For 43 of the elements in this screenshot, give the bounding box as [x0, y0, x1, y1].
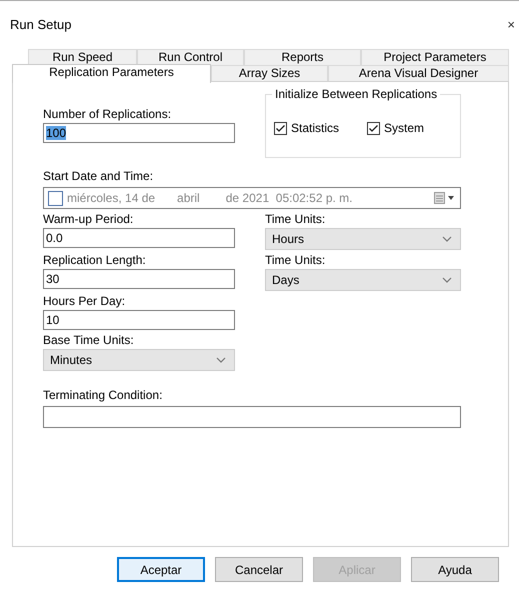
field-label: Hours Per Day: — [43, 295, 126, 308]
checkbox[interactable] — [48, 190, 63, 206]
tab[interactable]: Reports — [244, 49, 361, 65]
window-title: Run Setup — [10, 16, 72, 32]
input-field[interactable]: 0.0 — [43, 228, 235, 248]
chevron-down-icon — [216, 357, 226, 363]
dropdown[interactable]: Minutes — [43, 349, 235, 371]
checkbox[interactable] — [367, 122, 380, 134]
field-label: Time Units: — [265, 213, 326, 226]
field-label: Start Date and Time: — [43, 170, 154, 183]
tab[interactable]: Run Control — [137, 49, 244, 65]
tab[interactable]: Arena Visual Designer — [328, 65, 509, 81]
date-part: de 2021 05:02:52 p. m. — [226, 191, 352, 205]
group-title: Initialize Between Replications — [272, 87, 440, 101]
dialog-button[interactable]: Ayuda — [411, 557, 499, 582]
date-time-picker[interactable]: miércoles, 14 de abril de 2021 05:02:52 p. m. — [43, 187, 461, 209]
tab[interactable]: Replication Parameters — [12, 64, 211, 83]
tab[interactable]: Run Speed — [28, 49, 137, 65]
checkbox-label: System — [384, 121, 424, 135]
field-label: Terminating Condition: — [43, 389, 164, 402]
field-label: Time Units: — [265, 254, 326, 267]
input-field[interactable]: 30 — [43, 269, 235, 289]
field-label: Replication Length: — [43, 254, 147, 267]
chevron-down-icon — [442, 277, 452, 283]
checkbox-label: Statistics — [291, 121, 340, 135]
input-field[interactable]: 100 — [43, 123, 235, 143]
dialog-button[interactable]: Cancelar — [215, 557, 303, 582]
dialog-button[interactable]: Aceptar — [117, 557, 205, 582]
date-part: miércoles, 14 de — [67, 191, 156, 205]
calendar-dropdown-icon[interactable] — [434, 192, 456, 204]
input-field[interactable]: 10 — [43, 310, 235, 330]
tab[interactable]: Project Parameters — [361, 49, 509, 65]
dropdown[interactable]: Hours — [265, 228, 461, 250]
chevron-down-icon — [442, 236, 452, 242]
checkbox[interactable] — [274, 122, 287, 134]
field-label: Base Time Units: — [43, 334, 135, 347]
dropdown[interactable]: Days — [265, 269, 461, 291]
field-label: Warm-up Period: — [43, 213, 134, 226]
close-button[interactable]: × — [507, 18, 515, 30]
date-part: abril — [177, 191, 200, 205]
input-field[interactable] — [43, 406, 461, 428]
field-label: Number of Replications: — [43, 108, 172, 121]
tab[interactable]: Array Sizes — [211, 65, 328, 81]
